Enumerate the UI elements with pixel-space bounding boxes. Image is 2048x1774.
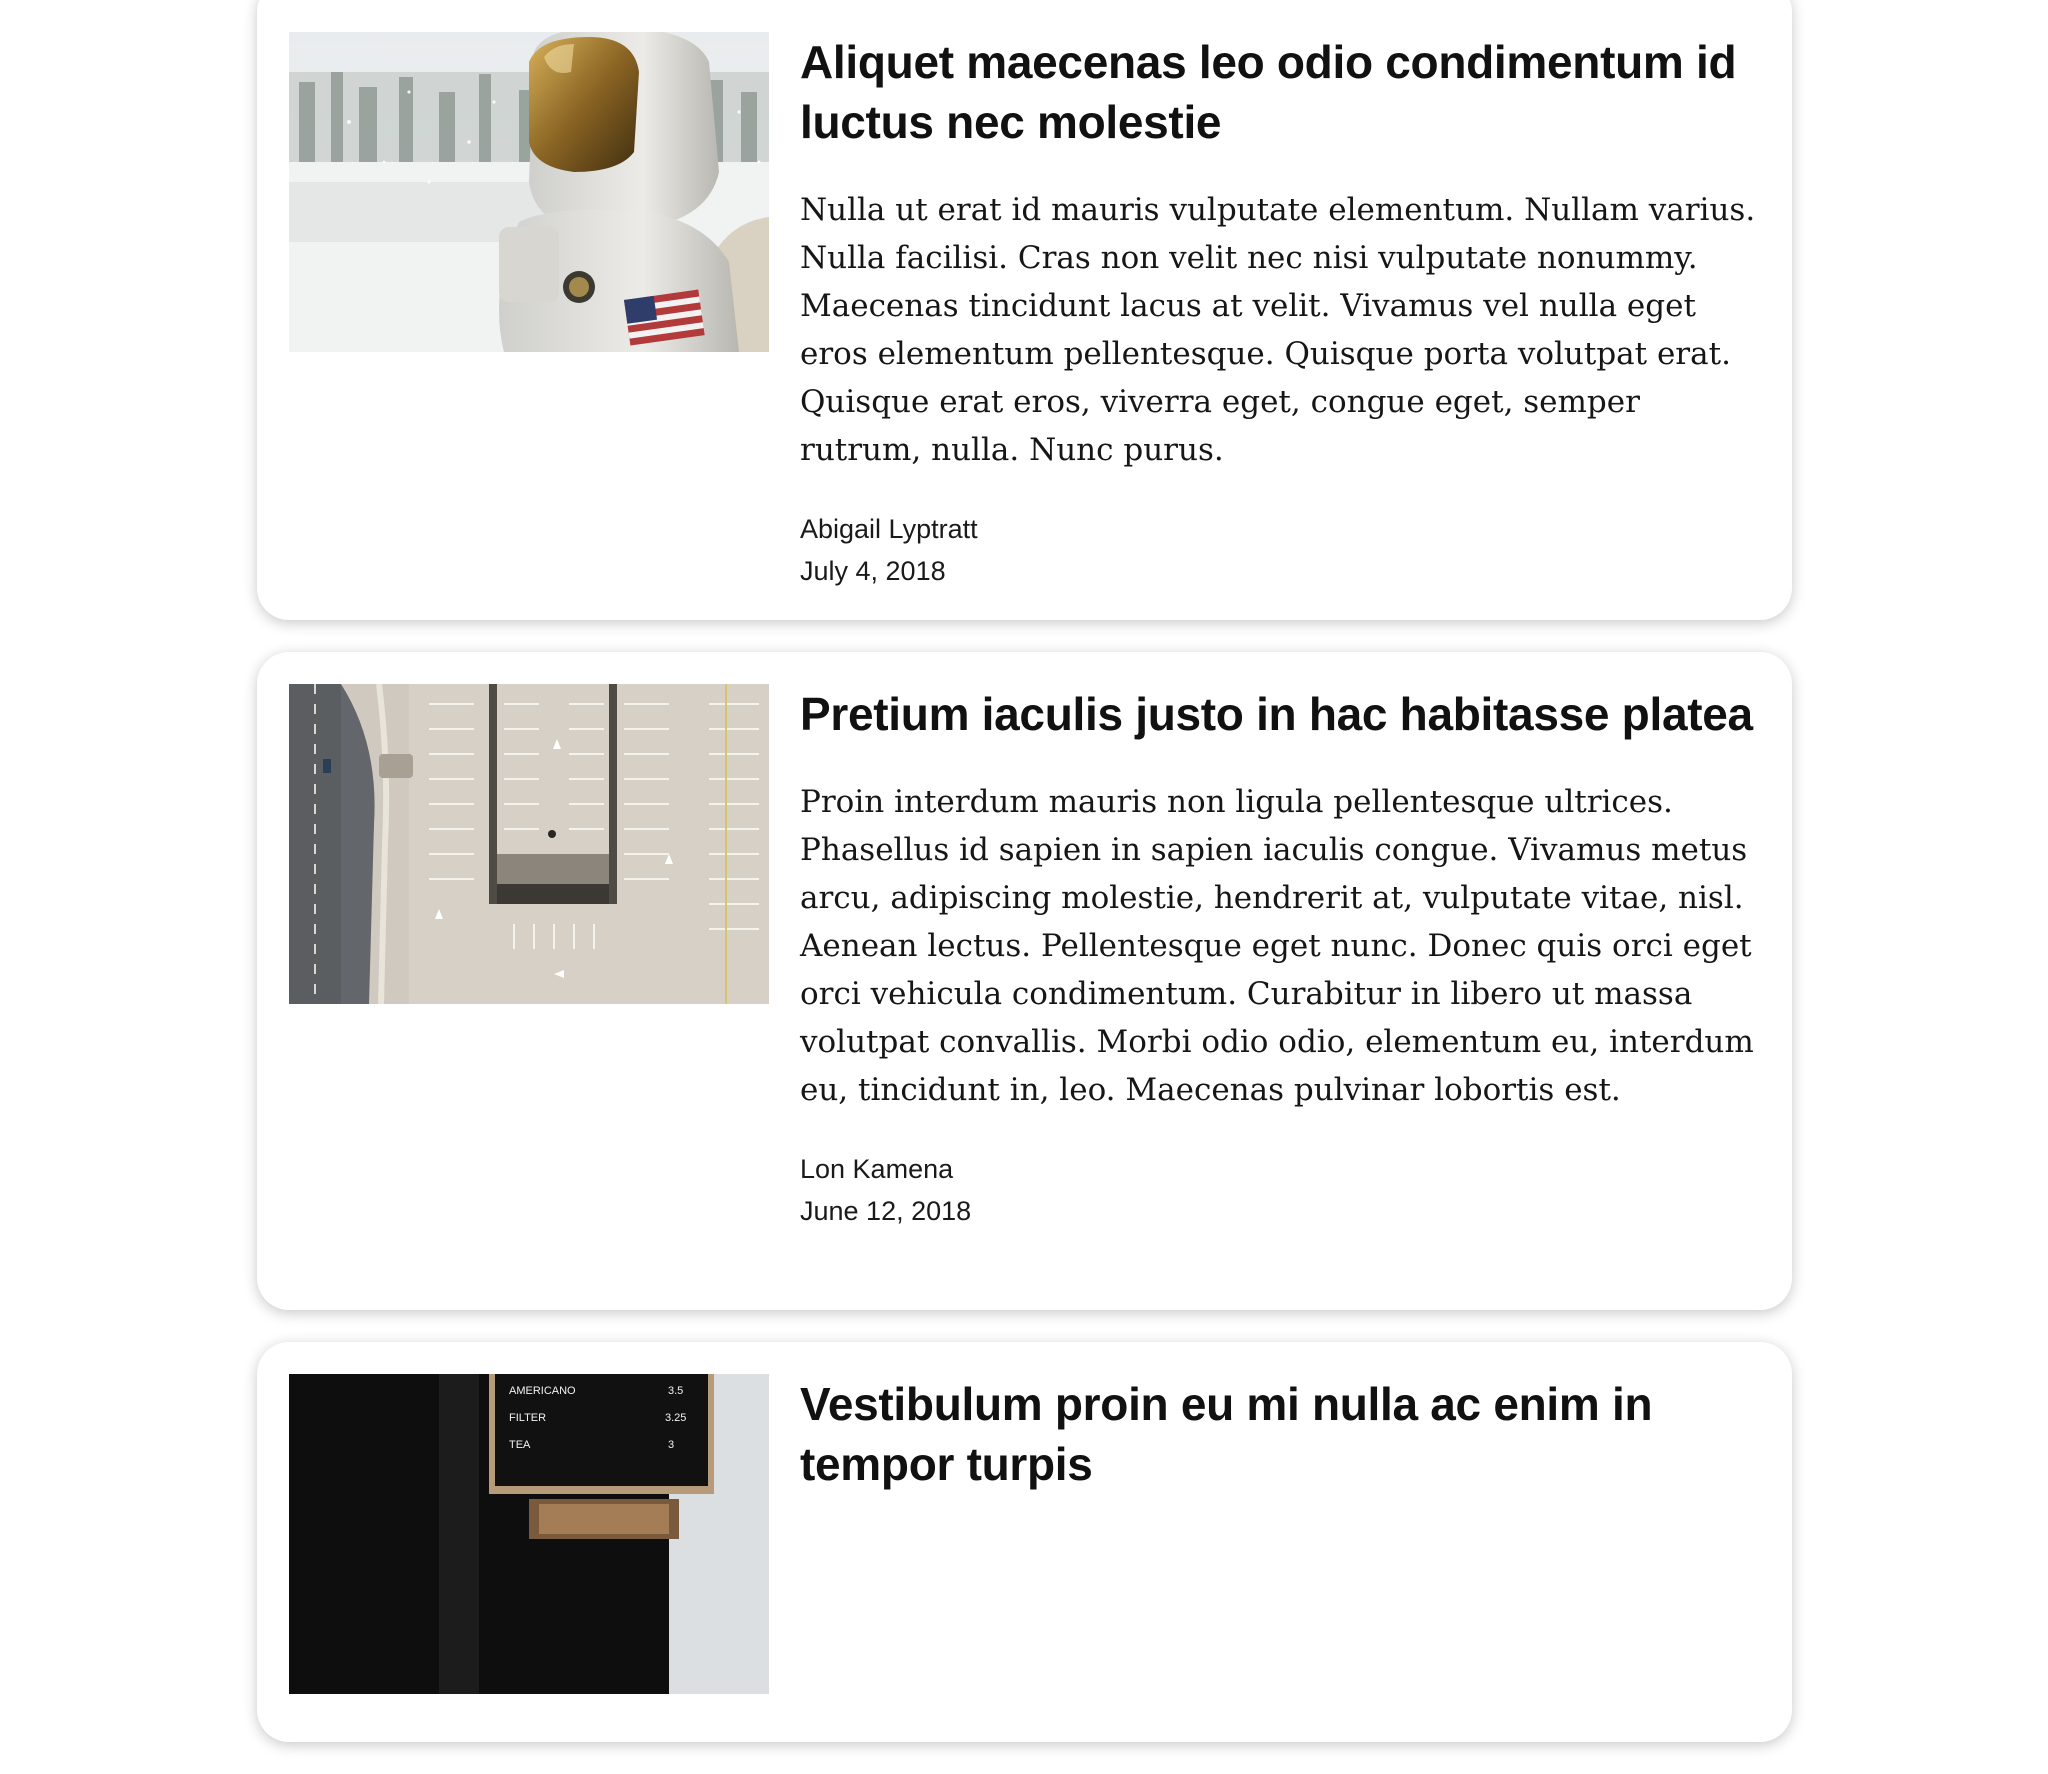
article-card[interactable]: Aliquet maecenas leo odio condimentum id…: [257, 0, 1792, 620]
coffee-menu-board-photo: AMERICANO 3.5 FILTER 3.25 TEA 3: [289, 1374, 769, 1694]
article-content: Pretium iaculis justo in hac habitasse p…: [800, 684, 1770, 1232]
article-author: Abigail Lyptratt: [800, 514, 978, 544]
article-excerpt: Nulla ut erat id mauris vulputate elemen…: [800, 192, 1756, 468]
article-date: July 4, 2018: [800, 556, 946, 586]
menu-price-2: 3.25: [665, 1412, 686, 1424]
article-card[interactable]: Pretium iaculis justo in hac habitasse p…: [257, 652, 1792, 1310]
article-title[interactable]: Pretium iaculis justo in hac habitasse p…: [800, 684, 1770, 744]
article-thumbnail[interactable]: AMERICANO 3.5 FILTER 3.25 TEA 3: [289, 1374, 769, 1694]
article-thumbnail[interactable]: [289, 684, 769, 1004]
menu-price-3: 3: [668, 1439, 674, 1451]
article-card[interactable]: AMERICANO 3.5 FILTER 3.25 TEA 3 Vestibul…: [257, 1342, 1792, 1742]
parking-lot-aerial-photo: [289, 684, 769, 1004]
article-author: Lon Kamena: [800, 1154, 954, 1184]
astronaut-photo: [289, 32, 769, 352]
article-excerpt: Proin interdum mauris non ligula pellent…: [800, 784, 1754, 1108]
article-date: June 12, 2018: [800, 1196, 972, 1226]
article-meta: Lon Kamena June 12, 2018: [800, 1148, 1770, 1232]
menu-item-1: AMERICANO: [509, 1385, 576, 1397]
article-thumbnail[interactable]: [289, 32, 769, 352]
menu-item-2: FILTER: [509, 1412, 546, 1424]
article-title[interactable]: Vestibulum proin eu mi nulla ac enim in …: [800, 1374, 1770, 1494]
menu-item-3: TEA: [509, 1439, 531, 1451]
article-feed: Aliquet maecenas leo odio condimentum id…: [257, 0, 1792, 1774]
article-meta: Abigail Lyptratt July 4, 2018: [800, 508, 1770, 592]
article-title[interactable]: Aliquet maecenas leo odio condimentum id…: [800, 32, 1770, 152]
article-content: Aliquet maecenas leo odio condimentum id…: [800, 32, 1770, 592]
article-content: Vestibulum proin eu mi nulla ac enim in …: [800, 1374, 1770, 1494]
menu-price-1: 3.5: [668, 1385, 683, 1397]
